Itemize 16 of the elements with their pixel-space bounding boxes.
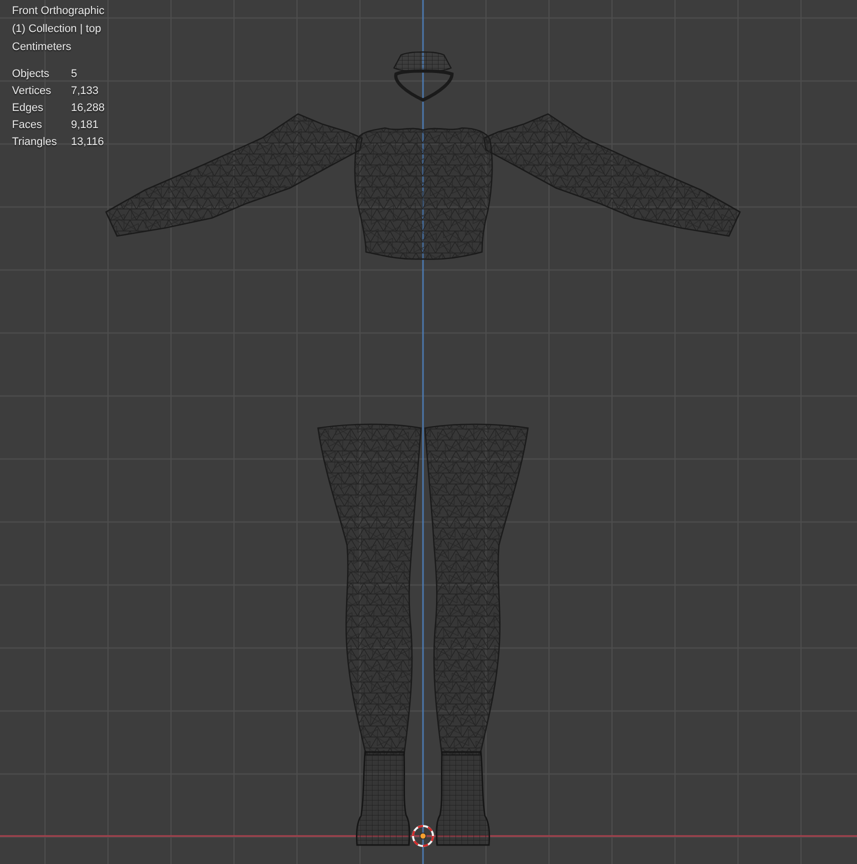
- stat-value: 16,288: [71, 101, 105, 116]
- stat-value: 9,181: [71, 118, 99, 133]
- stat-value: 13,116: [71, 135, 104, 150]
- stat-value: 5: [71, 67, 78, 82]
- stat-label: Edges: [12, 101, 44, 116]
- view-name-label: Front Orthographic: [12, 4, 104, 19]
- stat-label: Objects: [12, 67, 50, 82]
- stat-label: Vertices: [12, 84, 52, 99]
- stat-label: Faces: [12, 118, 42, 133]
- choker-wireframe: [393, 51, 454, 102]
- stat-label: Triangles: [12, 135, 57, 150]
- units-label: Centimeters: [12, 40, 72, 55]
- collection-label: (1) Collection | top: [12, 22, 102, 37]
- stat-value: 7,133: [71, 84, 99, 99]
- origin-dot-icon: [420, 832, 426, 840]
- 3d-cursor-icon: [412, 825, 434, 847]
